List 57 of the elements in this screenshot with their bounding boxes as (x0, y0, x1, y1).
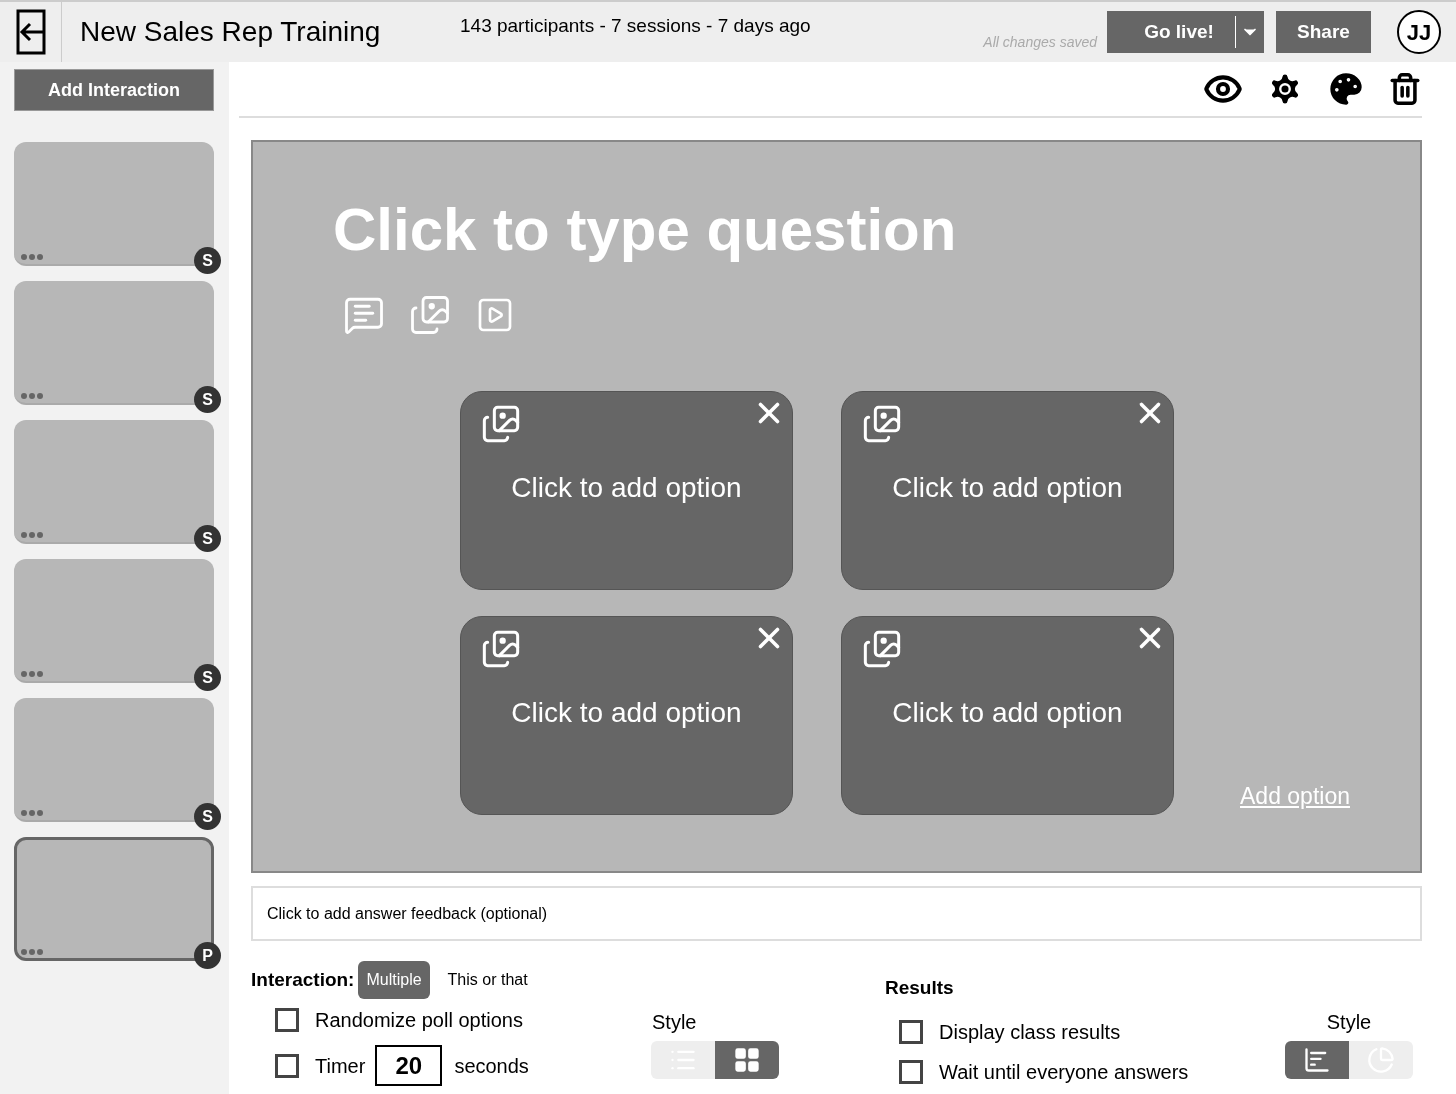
add-interaction-button[interactable]: Add Interaction (14, 69, 214, 111)
share-button[interactable]: Share (1276, 11, 1371, 53)
checkbox[interactable] (899, 1019, 923, 1044)
bar-chart-icon (1303, 1046, 1331, 1074)
checkbox[interactable] (275, 1053, 299, 1078)
slide-type-badge: S (194, 525, 221, 552)
timer-field[interactable]: 20 (375, 1045, 443, 1086)
more-icon[interactable] (21, 949, 43, 955)
session-stats: 143 participants - 7 sessions - 7 days ago (460, 13, 811, 38)
option-text: Click to add option (511, 470, 742, 505)
interaction-label: Interaction: (251, 967, 355, 992)
slide-type-badge: S (194, 664, 221, 691)
style-toggle[interactable] (651, 1041, 715, 1079)
trash-icon[interactable] (1388, 70, 1422, 108)
option-card[interactable]: Click to add option (841, 391, 1174, 590)
slide-thumbnail[interactable] (14, 698, 214, 822)
more-icon[interactable] (21, 810, 43, 816)
setting-label: Randomize poll options (315, 1008, 523, 1033)
interaction-type-tab[interactable]: Multiple (358, 961, 430, 999)
grid-icon (733, 1046, 761, 1074)
checkbox[interactable] (899, 1059, 923, 1084)
slide-thumbnail[interactable] (14, 420, 214, 544)
option-card[interactable]: Click to add option (841, 616, 1174, 815)
option-text: Click to add option (892, 470, 1123, 505)
slide-thumbnail[interactable] (14, 837, 214, 961)
option-card[interactable]: Click to add option (460, 391, 793, 590)
feedback-field[interactable]: Click to add answer feedback (optional) (251, 886, 1422, 941)
slide-thumbnail[interactable] (14, 281, 214, 405)
option-card[interactable]: Click to add option (460, 616, 793, 815)
more-icon[interactable] (21, 671, 43, 677)
slide-type-badge: P (194, 942, 221, 969)
more-icon[interactable] (21, 254, 43, 260)
style-toggle[interactable] (715, 1041, 779, 1079)
interaction-type-tab[interactable]: This or that (439, 961, 536, 999)
presentation-title[interactable]: New Sales Rep Training (80, 11, 460, 53)
setting-label: Wait until everyone answers (939, 1059, 1189, 1085)
option-text: Click to add option (511, 695, 742, 730)
style-label: Style (652, 1010, 697, 1035)
user-avatar[interactable]: JJ (1397, 10, 1441, 54)
more-icon[interactable] (21, 532, 43, 538)
style-label: Style (1326, 1010, 1372, 1035)
setting-label: Display class results (939, 1019, 1121, 1045)
slide-thumbnail[interactable] (14, 142, 214, 266)
slide-type-badge: S (194, 386, 221, 413)
setting-label: Timer (315, 1053, 366, 1079)
save-status: All changes saved (983, 32, 1097, 52)
slide-type-badge: S (194, 803, 221, 830)
exit-icon[interactable] (15, 9, 46, 55)
slide-type-badge: S (194, 247, 221, 274)
checkbox[interactable] (275, 1008, 299, 1032)
style-toggle[interactable] (1349, 1041, 1413, 1079)
style-toggle[interactable] (1285, 1041, 1349, 1079)
seconds-label: seconds (454, 1053, 529, 1079)
more-icon[interactable] (21, 393, 43, 399)
option-text: Click to add option (892, 695, 1123, 730)
results-label: Results (885, 976, 955, 1000)
slide-thumbnail[interactable] (14, 559, 214, 683)
